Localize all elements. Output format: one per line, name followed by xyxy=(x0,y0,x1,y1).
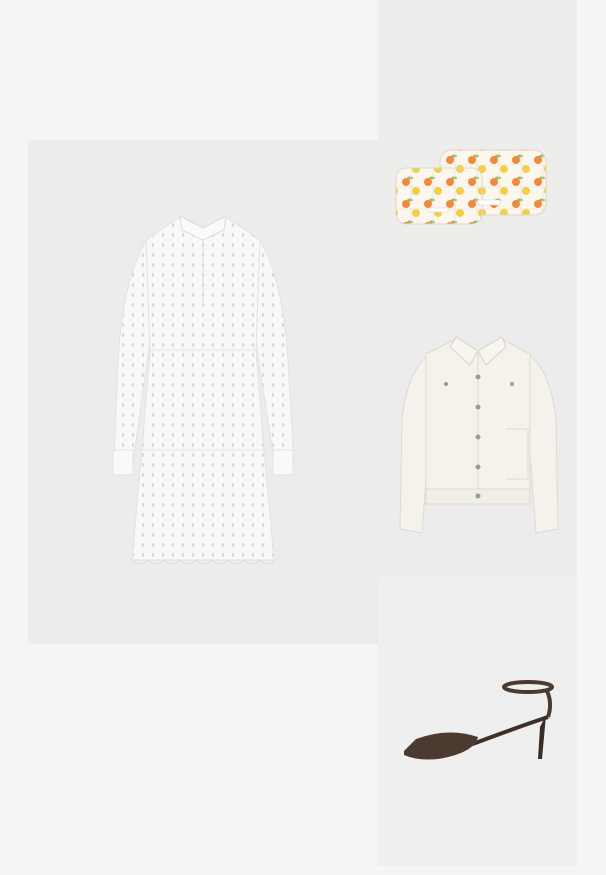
dress-image xyxy=(112,215,295,565)
jacket-image xyxy=(399,336,559,534)
product-tile-pouches[interactable] xyxy=(378,0,577,289)
product-tile-dress[interactable] xyxy=(28,140,378,644)
product-tile-jacket[interactable] xyxy=(378,289,577,577)
pouches-image xyxy=(395,149,547,225)
product-tile-shoe[interactable] xyxy=(378,577,577,866)
shoe-image xyxy=(404,680,554,760)
